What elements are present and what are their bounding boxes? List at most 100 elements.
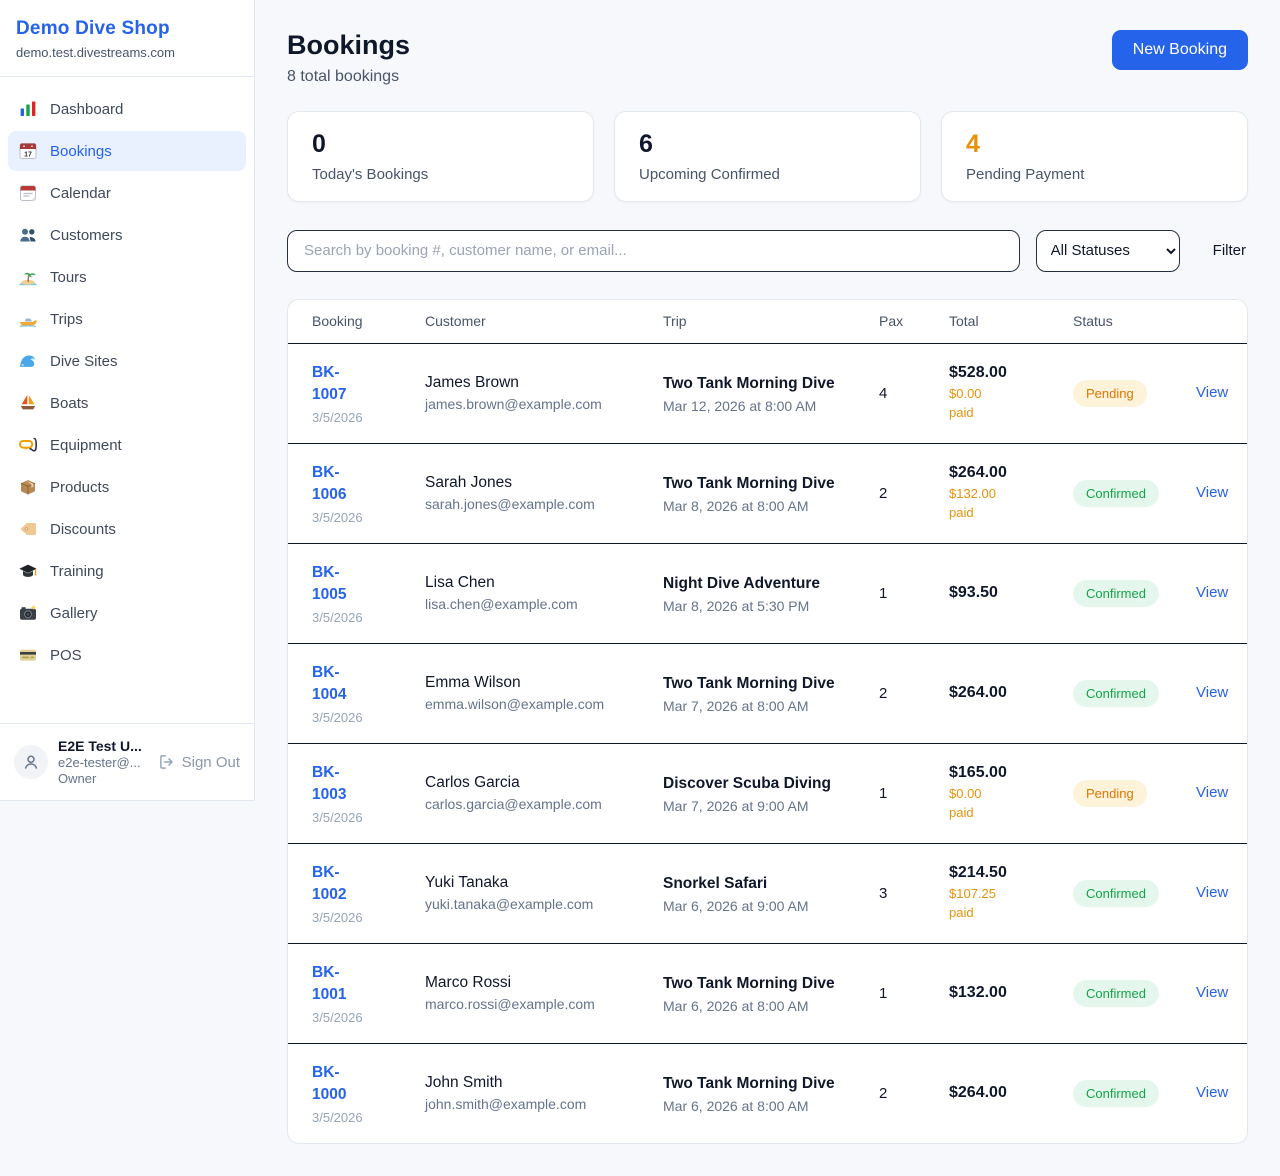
trip-datetime: Mar 6, 2026 at 8:00 AM: [663, 998, 869, 1014]
trip-datetime: Mar 8, 2026 at 5:30 PM: [663, 598, 869, 614]
trip-name: Night Dive Adventure: [663, 572, 869, 595]
sidebar: Demo Dive Shop demo.test.divestreams.com…: [0, 0, 255, 801]
filter-row: All Statuses Filter: [287, 230, 1248, 272]
sidebar-item-bookings[interactable]: 17 Bookings: [8, 131, 246, 171]
status-badge: Confirmed: [1073, 1080, 1159, 1107]
booking-date: 3/5/2026: [312, 1110, 415, 1125]
total-amount: $165.00: [949, 764, 1063, 782]
people-icon: [18, 225, 38, 245]
sidebar-item-equipment[interactable]: Equipment: [8, 425, 246, 465]
sidebar-item-pos[interactable]: POS: [8, 635, 246, 675]
booking-date: 3/5/2026: [312, 510, 415, 525]
sidebar-item-boats[interactable]: Boats: [8, 383, 246, 423]
camera-icon: [18, 603, 38, 623]
sidebar-item-discounts[interactable]: Discounts: [8, 509, 246, 549]
column-header-total: Total: [949, 313, 1073, 329]
customer-email: carlos.garcia@example.com: [425, 796, 653, 812]
dive-mask-icon: [18, 435, 38, 455]
booking-id-link[interactable]: BK-1003: [312, 762, 368, 807]
sidebar-item-trips[interactable]: Trips: [8, 299, 246, 339]
status-select[interactable]: All Statuses: [1036, 230, 1180, 272]
user-role: Owner: [58, 771, 148, 786]
status-badge: Pending: [1073, 780, 1147, 807]
sidebar-item-calendar[interactable]: Calendar: [8, 173, 246, 213]
customer-email: lisa.chen@example.com: [425, 596, 653, 612]
customer-name: James Brown: [425, 374, 653, 392]
trip-datetime: Mar 8, 2026 at 8:00 AM: [663, 498, 869, 514]
trip-name: Discover Scuba Diving: [663, 772, 869, 795]
stats-cards: 0 Today's Bookings 6 Upcoming Confirmed …: [287, 111, 1248, 202]
view-link[interactable]: View: [1196, 784, 1228, 801]
svg-text:17: 17: [24, 152, 32, 159]
view-link[interactable]: View: [1196, 984, 1228, 1001]
view-link[interactable]: View: [1196, 884, 1228, 901]
pax-count: 2: [879, 685, 949, 702]
paid-amount: $0.00 paid: [949, 385, 1005, 423]
table-row: BK-1004 3/5/2026 Emma Wilson emma.wilson…: [288, 643, 1247, 743]
view-link[interactable]: View: [1196, 484, 1228, 501]
booking-id-link[interactable]: BK-1000: [312, 1062, 368, 1107]
table-row: BK-1001 3/5/2026 Marco Rossi marco.rossi…: [288, 943, 1247, 1043]
stat-card-upcoming-confirmed: 6 Upcoming Confirmed: [614, 111, 921, 202]
status-badge: Confirmed: [1073, 480, 1159, 507]
customer-email: john.smith@example.com: [425, 1096, 653, 1112]
customer-name: Emma Wilson: [425, 674, 653, 692]
trip-datetime: Mar 7, 2026 at 8:00 AM: [663, 698, 869, 714]
total-amount: $264.00: [949, 464, 1063, 482]
sidebar-item-products[interactable]: Products: [8, 467, 246, 507]
booking-id-link[interactable]: BK-1002: [312, 862, 368, 907]
view-link[interactable]: View: [1196, 1084, 1228, 1101]
column-header-trip: Trip: [663, 313, 879, 329]
pax-count: 2: [879, 485, 949, 502]
credit-card-icon: [18, 645, 38, 665]
avatar: [14, 745, 48, 779]
booking-date: 3/5/2026: [312, 610, 415, 625]
brand-name[interactable]: Demo Dive Shop: [16, 18, 238, 40]
view-link[interactable]: View: [1196, 684, 1228, 701]
search-input[interactable]: [287, 230, 1020, 272]
booking-id-link[interactable]: BK-1001: [312, 962, 368, 1007]
sidebar-item-training[interactable]: Training: [8, 551, 246, 591]
paid-amount: $107.25 paid: [949, 885, 1005, 923]
sidebar-item-dashboard[interactable]: Dashboard: [8, 89, 246, 129]
customer-email: marco.rossi@example.com: [425, 996, 653, 1012]
sidebar-item-gallery[interactable]: Gallery: [8, 593, 246, 633]
filter-button[interactable]: Filter: [1213, 242, 1246, 259]
package-icon: [18, 477, 38, 497]
wave-icon: [18, 351, 38, 371]
page-title: Bookings: [287, 30, 410, 61]
new-booking-button[interactable]: New Booking: [1112, 30, 1248, 70]
status-badge: Confirmed: [1073, 880, 1159, 907]
trip-name: Two Tank Morning Dive: [663, 372, 869, 395]
customer-name: Sarah Jones: [425, 474, 653, 492]
page-title-block: Bookings 8 total bookings: [287, 30, 410, 86]
booking-id-link[interactable]: BK-1006: [312, 462, 368, 507]
sidebar-item-tours[interactable]: Tours: [8, 257, 246, 297]
total-amount: $93.50: [949, 584, 1063, 602]
customer-email: yuki.tanaka@example.com: [425, 896, 653, 912]
column-header-status: Status: [1073, 313, 1196, 329]
pax-count: 1: [879, 785, 949, 802]
speedboat-icon: [18, 309, 38, 329]
booking-date: 3/5/2026: [312, 1010, 415, 1025]
user-info: E2E Test U... e2e-tester@... Owner: [58, 738, 148, 786]
booking-id-link[interactable]: BK-1005: [312, 562, 368, 607]
main-content: Bookings 8 total bookings New Booking 0 …: [255, 0, 1280, 1176]
sign-out-button[interactable]: Sign Out: [158, 753, 240, 771]
sidebar-item-customers[interactable]: Customers: [8, 215, 246, 255]
stat-label: Today's Bookings: [312, 166, 569, 183]
table-row: BK-1002 3/5/2026 Yuki Tanaka yuki.tanaka…: [288, 843, 1247, 943]
booking-id-link[interactable]: BK-1004: [312, 662, 368, 707]
sidebar-item-dive-sites[interactable]: Dive Sites: [8, 341, 246, 381]
trip-datetime: Mar 7, 2026 at 9:00 AM: [663, 798, 869, 814]
booking-id-link[interactable]: BK-1007: [312, 362, 368, 407]
view-link[interactable]: View: [1196, 584, 1228, 601]
paid-amount: $132.00 paid: [949, 485, 1005, 523]
calendar-date-icon: 17: [18, 141, 38, 161]
trip-name: Two Tank Morning Dive: [663, 1072, 869, 1095]
view-link[interactable]: View: [1196, 384, 1228, 401]
trip-datetime: Mar 6, 2026 at 8:00 AM: [663, 1098, 869, 1114]
status-badge: Pending: [1073, 380, 1147, 407]
stat-label: Pending Payment: [966, 166, 1223, 183]
booking-date: 3/5/2026: [312, 910, 415, 925]
